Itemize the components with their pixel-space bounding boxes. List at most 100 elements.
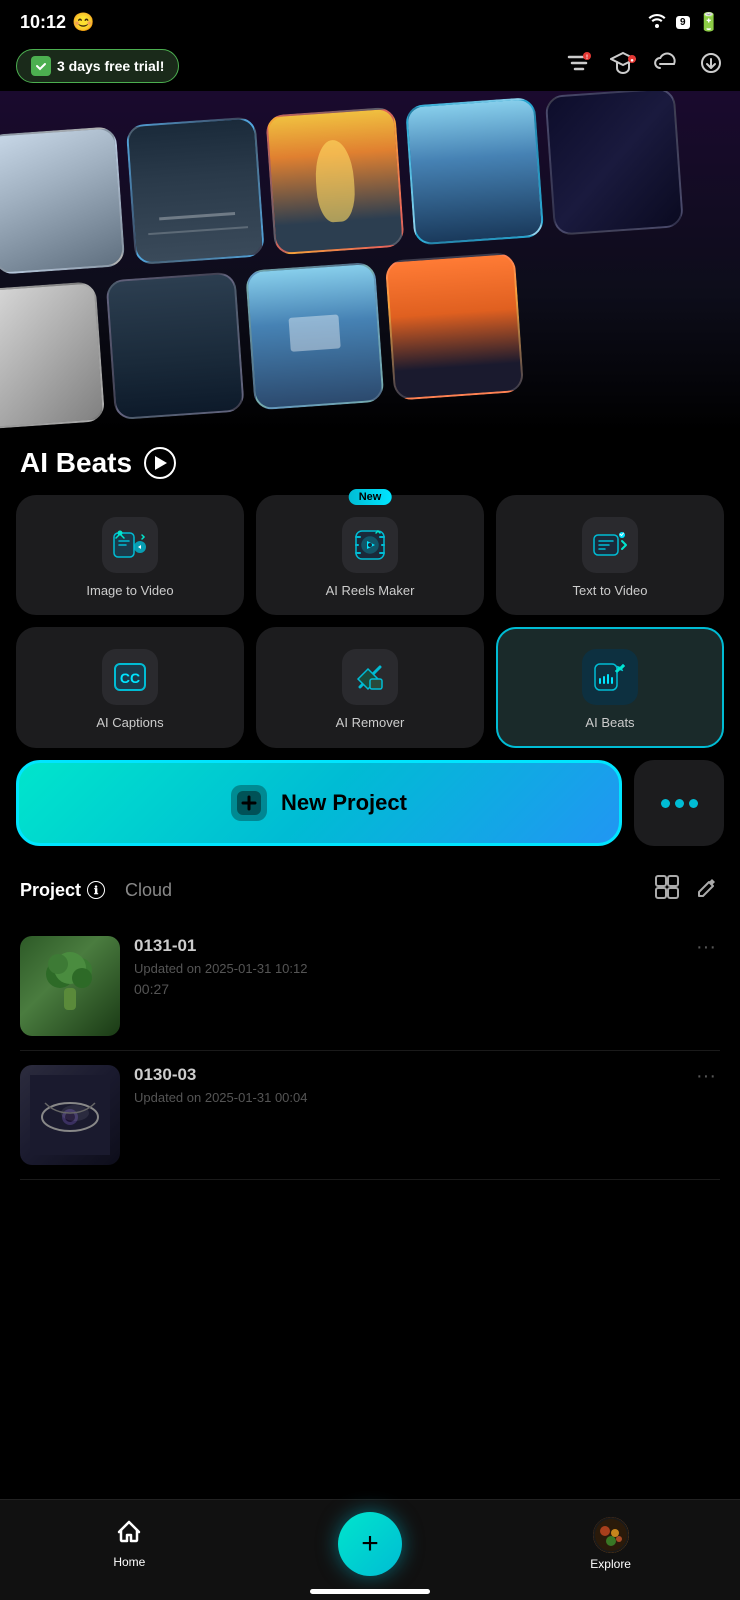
status-emoji: 😊	[72, 12, 94, 33]
status-time: 10:12 😊	[20, 12, 94, 33]
project-more-1[interactable]: ···	[692, 936, 720, 959]
education-icon[interactable]: ●	[610, 51, 636, 81]
battery-icon: 🔋	[698, 12, 720, 33]
filter-icon[interactable]: !	[566, 52, 592, 80]
nav-home[interactable]: Home	[79, 1519, 179, 1569]
ai-remover-icon-wrap	[342, 649, 398, 705]
trial-icon	[31, 56, 51, 76]
thumb-3	[265, 107, 404, 256]
ai-captions-icon: CC	[112, 659, 148, 695]
thumb-7	[105, 272, 244, 421]
dot-1	[661, 799, 670, 808]
dot-3	[689, 799, 698, 808]
hero-area	[0, 91, 740, 431]
tab-cloud-label: Cloud	[125, 880, 172, 901]
ai-captions-label: AI Captions	[96, 715, 163, 730]
text-to-video-label: Text to Video	[573, 583, 648, 598]
broccoli-thumbnail	[20, 936, 120, 1036]
project-info-1: 0131-01 Updated on 2025-01-31 10:12 00:2…	[134, 936, 678, 997]
project-date-2: Updated on 2025-01-31 00:04	[134, 1090, 678, 1105]
new-badge: New	[349, 489, 392, 505]
thumb-1	[0, 126, 125, 275]
more-dots	[661, 799, 698, 808]
nav-create-button[interactable]: +	[338, 1512, 402, 1576]
project-name-2: 0130-03	[134, 1065, 678, 1085]
home-label: Home	[113, 1555, 145, 1569]
section-title: AI Beats	[20, 447, 132, 479]
home-icon	[116, 1519, 142, 1551]
project-more-2[interactable]: ···	[692, 1065, 720, 1088]
project-info-2: 0130-03 Updated on 2025-01-31 00:04	[134, 1065, 678, 1105]
play-triangle-icon	[155, 456, 167, 470]
bottom-indicator	[310, 1589, 430, 1594]
grid-view-icon[interactable]	[654, 874, 680, 906]
project-section: Project ℹ Cloud	[0, 862, 740, 1180]
download-icon[interactable]	[698, 52, 724, 80]
project-date-1: Updated on 2025-01-31 10:12	[134, 961, 678, 976]
tab-project[interactable]: Project ℹ	[20, 880, 105, 901]
new-project-label: New Project	[281, 790, 407, 816]
project-info-icon: ℹ	[87, 881, 105, 899]
ai-reels-icon-wrap	[342, 517, 398, 573]
trial-label: 3 days free trial!	[57, 58, 164, 74]
trial-button[interactable]: 3 days free trial!	[16, 49, 179, 83]
section-header: AI Beats	[0, 431, 740, 491]
status-right-icons: 9 🔋	[646, 12, 720, 33]
thumb-8	[245, 262, 384, 411]
explore-avatar	[593, 1517, 629, 1553]
image-to-video-icon	[112, 527, 148, 563]
text-to-video-icon	[592, 527, 628, 563]
tab-cloud[interactable]: Cloud	[125, 880, 172, 901]
ai-beats-label: AI Beats	[585, 715, 634, 730]
more-button[interactable]	[634, 760, 724, 846]
bottom-nav: Home + Explore	[0, 1499, 740, 1600]
new-project-button[interactable]: New Project	[16, 760, 622, 846]
ai-remover-icon	[352, 659, 388, 695]
project-tabs: Project ℹ Cloud	[20, 874, 720, 906]
header-icons: ! ●	[566, 51, 724, 81]
broccoli-icon	[30, 946, 110, 1026]
cloud-upload-icon[interactable]	[654, 52, 680, 80]
ai-captions-icon-wrap: CC	[102, 649, 158, 705]
svg-text:!: !	[586, 55, 588, 61]
battery-badge: 9	[676, 16, 690, 29]
edit-icon[interactable]	[694, 874, 720, 906]
ai-reels-icon	[352, 527, 388, 563]
thumb-9	[385, 252, 524, 401]
explore-label: Explore	[590, 1557, 631, 1571]
thumb-4	[405, 97, 544, 246]
eye-icon	[30, 1075, 110, 1155]
eye-thumbnail	[20, 1065, 120, 1165]
ai-beats-icon	[592, 659, 628, 695]
tool-ai-reels-maker[interactable]: New AI Reels Maker	[256, 495, 484, 615]
tab-project-label: Project	[20, 880, 81, 901]
tool-image-to-video[interactable]: Image to Video	[16, 495, 244, 615]
ai-beats-icon-wrap	[582, 649, 638, 705]
wifi-icon	[646, 12, 668, 33]
time-display: 10:12	[20, 12, 66, 33]
plus-icon	[235, 789, 263, 817]
project-duration-1: 00:27	[134, 981, 678, 997]
svg-text:CC: CC	[120, 670, 140, 686]
tool-ai-beats[interactable]: AI Beats	[496, 627, 724, 748]
nav-explore[interactable]: Explore	[561, 1517, 661, 1571]
project-thumb-1	[20, 936, 120, 1036]
tool-ai-captions[interactable]: CC AI Captions	[16, 627, 244, 748]
tool-ai-remover[interactable]: AI Remover	[256, 627, 484, 748]
project-item-1: 0131-01 Updated on 2025-01-31 10:12 00:2…	[20, 922, 720, 1051]
new-project-plus-icon	[231, 785, 267, 821]
new-project-row: New Project	[0, 760, 740, 862]
image-to-video-icon-wrap	[102, 517, 158, 573]
thumbnail-row-1	[0, 91, 694, 276]
thumbnail-row-2	[0, 251, 534, 430]
ai-reels-label: AI Reels Maker	[326, 583, 415, 598]
project-thumb-2	[20, 1065, 120, 1165]
thumb-2	[126, 116, 265, 265]
thumb-6	[0, 281, 105, 430]
dot-2	[675, 799, 684, 808]
image-to-video-label: Image to Video	[86, 583, 173, 598]
project-name-1: 0131-01	[134, 936, 678, 956]
svg-text:●: ●	[630, 58, 634, 64]
tool-text-to-video[interactable]: Text to Video	[496, 495, 724, 615]
play-button[interactable]	[144, 447, 176, 479]
